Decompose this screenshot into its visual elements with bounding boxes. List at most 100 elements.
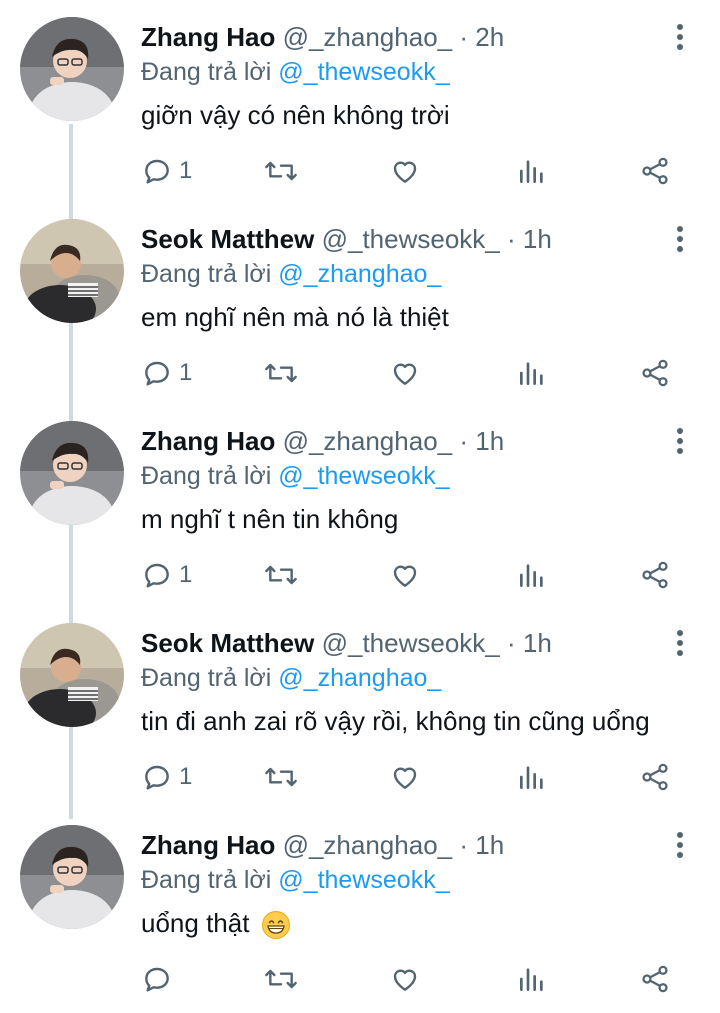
like-icon — [393, 969, 417, 991]
tweet-text: m nghĩ t nên tin không — [141, 499, 398, 539]
like-button[interactable] — [389, 153, 421, 189]
reply-icon — [145, 563, 169, 588]
timestamp[interactable]: 2h — [475, 22, 504, 52]
retweet-icon — [265, 767, 297, 787]
tweet[interactable]: Zhang Hao @_zhanghao_ · 1h Đang trả lời … — [0, 404, 720, 606]
user-handle[interactable]: @_thewseokk_ — [322, 224, 500, 254]
like-button[interactable] — [389, 355, 421, 391]
mention-link[interactable]: @_thewseokk_ — [278, 866, 449, 894]
tweet-header: Zhang Hao @_zhanghao_ · 1h — [141, 424, 660, 458]
avatar[interactable] — [20, 825, 124, 929]
reply-button[interactable]: 1 — [141, 557, 192, 593]
retweet-button[interactable] — [263, 153, 299, 189]
tweet-actions: 1 — [141, 759, 681, 795]
analytics-icon — [520, 160, 543, 183]
more-options-icon[interactable] — [674, 628, 686, 658]
share-button[interactable] — [639, 961, 671, 997]
reply-count: 1 — [179, 359, 193, 386]
replying-label: Đang trả lời — [141, 58, 272, 86]
reply-button[interactable] — [141, 961, 179, 997]
like-icon — [393, 767, 417, 789]
separator-dot: · — [459, 22, 469, 52]
mention-link[interactable]: @_zhanghao_ — [278, 664, 441, 692]
reply-icon — [145, 361, 169, 386]
analytics-icon — [520, 766, 543, 789]
timestamp[interactable]: 1h — [475, 426, 504, 456]
seok-matthew-avatar — [20, 219, 124, 323]
mention-link[interactable]: @_thewseokk_ — [278, 58, 449, 86]
more-options-icon[interactable] — [674, 830, 686, 860]
analytics-button[interactable] — [517, 557, 547, 593]
more-options-icon[interactable] — [674, 22, 686, 52]
replying-label: Đang trả lời — [141, 260, 272, 288]
analytics-button[interactable] — [517, 153, 547, 189]
retweet-button[interactable] — [263, 355, 299, 391]
zhang-hao-avatar — [20, 17, 124, 121]
user-handle[interactable]: @_zhanghao_ — [283, 830, 453, 860]
share-icon — [642, 359, 668, 387]
replying-to: Đang trả lời @_thewseokk_ — [141, 863, 450, 897]
share-icon — [642, 561, 668, 589]
tweet-text-content: m nghĩ t nên tin không — [141, 504, 399, 534]
user-handle[interactable]: @_zhanghao_ — [283, 22, 453, 52]
like-button[interactable] — [389, 557, 421, 593]
reply-button[interactable]: 1 — [141, 355, 192, 391]
avatar[interactable] — [20, 17, 124, 121]
display-name[interactable]: Seok Matthew — [141, 224, 314, 254]
analytics-button[interactable] — [517, 759, 547, 795]
avatar[interactable] — [20, 421, 124, 525]
replying-to: Đang trả lời @_zhanghao_ — [141, 661, 441, 695]
analytics-button[interactable] — [517, 355, 547, 391]
tweet-text: giỡn vậy có nên không trời — [141, 95, 450, 135]
analytics-icon — [520, 564, 543, 587]
tweet[interactable]: Zhang Hao @_zhanghao_ · 2h Đang trả lời … — [0, 0, 720, 202]
share-button[interactable] — [639, 153, 671, 189]
like-icon — [393, 363, 417, 385]
user-handle[interactable]: @_thewseokk_ — [322, 628, 500, 658]
tweet-actions: 1 — [141, 557, 681, 593]
zhang-hao-avatar — [20, 825, 124, 929]
tweet[interactable]: Seok Matthew @_thewseokk_ · 1h Đang trả … — [0, 202, 720, 404]
display-name[interactable]: Zhang Hao — [141, 830, 275, 860]
mention-link[interactable]: @_thewseokk_ — [278, 462, 449, 490]
grinning-emoji-icon — [261, 910, 291, 940]
analytics-button[interactable] — [517, 961, 547, 997]
reply-button[interactable]: 1 — [141, 153, 192, 189]
tweet-header: Zhang Hao @_zhanghao_ · 2h — [141, 20, 660, 54]
display-name[interactable]: Zhang Hao — [141, 22, 275, 52]
more-options-icon[interactable] — [674, 224, 686, 254]
tweet[interactable]: Seok Matthew @_thewseokk_ · 1h Đang trả … — [0, 606, 720, 808]
tweet[interactable]: Zhang Hao @_zhanghao_ · 1h Đang trả lời … — [0, 808, 720, 1010]
like-button[interactable] — [389, 759, 421, 795]
reply-button[interactable]: 1 — [141, 759, 192, 795]
tweet-text: uổng thật — [141, 903, 291, 943]
replying-label: Đang trả lời — [141, 664, 272, 692]
replying-to: Đang trả lời @_thewseokk_ — [141, 55, 450, 89]
retweet-button[interactable] — [263, 961, 299, 997]
tweet-actions: 1 — [141, 153, 681, 189]
separator-dot: · — [507, 628, 516, 658]
display-name[interactable]: Zhang Hao — [141, 426, 275, 456]
share-icon — [642, 157, 668, 185]
more-options-icon[interactable] — [674, 426, 686, 456]
retweet-button[interactable] — [263, 557, 299, 593]
like-button[interactable] — [389, 961, 421, 997]
retweet-icon — [265, 363, 297, 383]
tweet-text-content: tin đi anh zai rõ vậy rồi, không tin cũn… — [141, 706, 650, 736]
share-button[interactable] — [639, 355, 671, 391]
display-name[interactable]: Seok Matthew — [141, 628, 314, 658]
avatar[interactable] — [20, 219, 124, 323]
timestamp[interactable]: 1h — [523, 628, 552, 658]
reply-count: 1 — [179, 763, 193, 790]
mention-link[interactable]: @_zhanghao_ — [278, 260, 441, 288]
avatar[interactable] — [20, 623, 124, 727]
timestamp[interactable]: 1h — [475, 830, 504, 860]
user-handle[interactable]: @_zhanghao_ — [283, 426, 453, 456]
share-icon — [642, 763, 668, 791]
like-icon — [393, 565, 417, 587]
share-button[interactable] — [639, 759, 671, 795]
share-button[interactable] — [639, 557, 671, 593]
retweet-button[interactable] — [263, 759, 299, 795]
timestamp[interactable]: 1h — [523, 224, 552, 254]
zhang-hao-avatar — [20, 421, 124, 525]
